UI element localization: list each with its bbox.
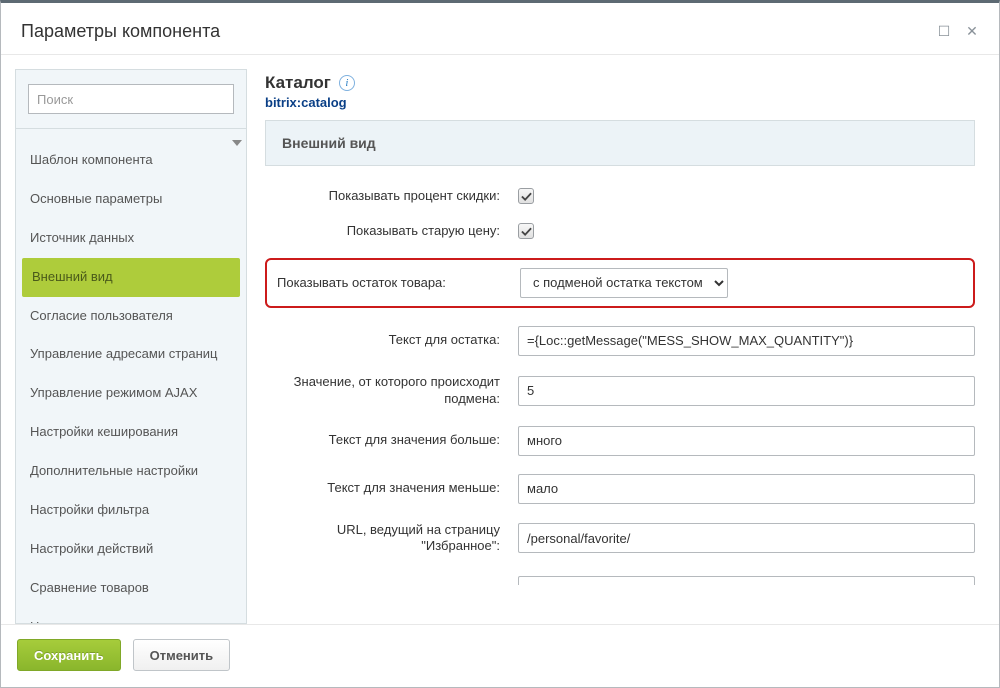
sidebar-panel: Шаблон компонента Основные параметры Ист… [15,69,247,624]
input-partial-next[interactable] [518,576,975,585]
row-favorite-url: URL, ведущий на страницу "Избранное": [265,522,975,556]
label-less-text: Текст для значения меньше: [265,480,500,497]
input-favorite-url[interactable] [518,523,975,553]
info-icon[interactable]: i [339,75,355,91]
checkbox-show-discount[interactable] [518,188,534,204]
cancel-button[interactable]: Отменить [133,639,231,671]
maximize-icon[interactable]: ☐ [937,23,951,40]
label-show-old-price: Показывать старую цену: [265,223,500,240]
search-input[interactable] [28,84,234,114]
sidebar-item-filter[interactable]: Настройки фильтра [16,491,246,530]
sidebar-item-compare[interactable]: Сравнение товаров [16,569,246,608]
sidebar-list: Шаблон компонента Основные параметры Ист… [16,129,246,623]
row-partial-next [265,573,975,588]
sidebar-item-template[interactable]: Шаблон компонента [16,141,246,180]
main-panel: Каталог i bitrix:catalog Внешний вид Пок… [265,69,985,624]
row-less-text: Текст для значения меньше: [265,474,975,504]
input-stock-text[interactable] [518,326,975,356]
input-less-text[interactable] [518,474,975,504]
sidebar-item-urls[interactable]: Управление адресами страниц [16,335,246,374]
sidebar-item-consent[interactable]: Согласие пользователя [16,297,246,336]
sidebar-item-cache[interactable]: Настройки кеширования [16,413,246,452]
row-show-discount: Показывать процент скидки: [265,188,975,205]
label-stock-text: Текст для остатка: [265,332,500,349]
sidebar-item-datasource[interactable]: Источник данных [16,219,246,258]
select-show-stock[interactable]: с подменой остатка текстом [520,268,728,298]
row-stock-text: Текст для остатка: [265,326,975,356]
sidebar-search-wrap [16,70,246,129]
section-header-appearance: Внешний вид [265,120,975,166]
label-threshold: Значение, от которого происходит подмена… [265,374,500,408]
sidebar-item-prices[interactable]: Цены [16,608,246,623]
row-show-old-price: Показывать старую цену: [265,223,975,240]
main-scroll-area[interactable]: Внешний вид Показывать процент скидки: П… [265,120,985,624]
row-more-text: Текст для значения больше: [265,426,975,456]
row-show-stock-highlighted: Показывать остаток товара: с подменой ос… [265,258,975,308]
chevron-down-icon[interactable] [232,140,242,146]
component-title-row: Каталог i [265,69,985,95]
sidebar-item-basic[interactable]: Основные параметры [16,180,246,219]
sidebar-item-ajax[interactable]: Управление режимом AJAX [16,374,246,413]
row-threshold: Значение, от которого происходит подмена… [265,374,975,408]
label-favorite-url: URL, ведущий на страницу "Избранное": [265,522,500,556]
component-params-modal: Параметры компонента ☐ ✕ Шаблон компонен… [0,0,1000,688]
label-more-text: Текст для значения больше: [265,432,500,449]
input-more-text[interactable] [518,426,975,456]
modal-footer: Сохранить Отменить [1,624,999,687]
component-title: Каталог [265,73,331,93]
save-button[interactable]: Сохранить [17,639,121,671]
label-show-discount: Показывать процент скидки: [265,188,500,205]
close-icon[interactable]: ✕ [965,23,979,40]
modal-title: Параметры компонента [21,21,220,42]
check-icon [521,226,532,237]
component-code: bitrix:catalog [265,95,985,110]
modal-body: Шаблон компонента Основные параметры Ист… [1,55,999,624]
check-icon [521,191,532,202]
modal-header: Параметры компонента ☐ ✕ [1,3,999,55]
modal-window-controls: ☐ ✕ [937,23,979,40]
input-threshold[interactable] [518,376,975,406]
sidebar-item-appearance[interactable]: Внешний вид [22,258,240,297]
label-show-stock: Показывать остаток товара: [277,275,502,290]
sidebar-item-actions[interactable]: Настройки действий [16,530,246,569]
checkbox-show-old-price[interactable] [518,223,534,239]
sidebar-item-additional[interactable]: Дополнительные настройки [16,452,246,491]
